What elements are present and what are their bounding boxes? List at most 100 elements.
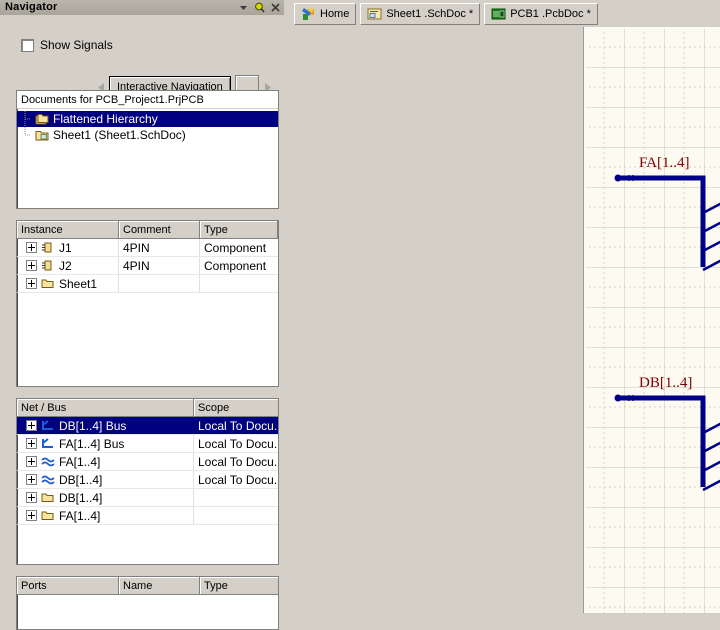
bus-entry-wire[interactable] [703,261,720,270]
net-icon [41,473,55,486]
column-header-ports[interactable]: Ports [17,577,119,594]
table-row[interactable]: J1 4PIN Component [17,239,278,257]
folder-icon [41,277,55,290]
instance-table-header: Instance Comment Type [17,221,278,239]
expander-icon[interactable] [26,492,37,503]
cell-scope [194,489,278,506]
cell-type: Component [200,239,278,256]
tree-line [21,111,35,127]
bus-entry-wire[interactable] [703,223,720,232]
folder-icon [41,491,55,504]
show-signals-label: Show Signals [40,38,113,52]
tree-line [21,127,35,143]
tab-home[interactable]: Home [294,3,356,25]
pcb-icon [491,7,506,21]
ports-table: Ports Name Type [16,576,279,630]
show-signals-checkbox[interactable] [21,39,34,52]
cell-net: FA[1..4] Bus [59,437,124,451]
table-row[interactable]: J2 4PIN Component [17,257,278,275]
expander-icon[interactable] [26,510,37,521]
table-row[interactable]: DB[1..4] Local To Docu... [17,471,278,489]
document-item-flattened-hierarchy[interactable]: Flattened Hierarchy [17,111,278,127]
bus-entry-wire[interactable] [703,443,720,452]
expander-icon[interactable] [26,260,37,271]
tab-sheet1-schdoc[interactable]: Sheet1 .SchDoc * [360,3,480,25]
cell-instance: J2 [59,259,72,273]
column-header-scope[interactable]: Scope [194,399,278,416]
close-icon[interactable] [270,2,281,13]
column-header-name[interactable]: Name [119,577,200,594]
bus-label-db[interactable]: DB[1..4] [639,375,692,392]
bus-label-fa[interactable]: FA[1..4] [639,155,690,172]
cell-instance: J1 [59,241,72,255]
navigator-panel: Navigator [0,0,284,613]
bus-entry-wire[interactable] [703,481,720,490]
tab-label: Sheet1 .SchDoc * [386,8,473,20]
expander-icon[interactable] [26,474,37,485]
bus-entry-wire[interactable] [703,242,720,251]
document-label: Sheet1 (Sheet1.SchDoc) [53,128,186,142]
column-header-type[interactable]: Type [200,577,278,594]
cell-scope: Local To Docu... [194,435,278,452]
document-label: Flattened Hierarchy [53,112,158,126]
cell-comment: 4PIN [119,257,200,274]
document-tabbar: Home Sheet1 .SchDoc * [290,0,720,27]
altium-navigator-window: Navigator [0,0,720,613]
bus-terminal [615,395,622,402]
component-icon [41,259,55,272]
folder-icon [41,509,55,522]
column-header-type[interactable]: Type [200,221,278,238]
bus-icon [41,437,55,450]
cell-scope: Local To Docu... [194,417,278,434]
chevron-down-icon[interactable] [238,2,249,13]
expander-icon[interactable] [26,278,37,289]
home-icon [301,7,316,21]
schematic-group-j1 [615,175,720,286]
document-item-sheet1[interactable]: Sheet1 (Sheet1.SchDoc) [17,127,278,143]
cell-scope: Local To Docu... [194,453,278,470]
cell-net: FA[1..4] [59,455,100,469]
table-row[interactable]: Sheet1 [17,275,278,293]
table-row[interactable]: FA[1..4] [17,507,278,525]
document-folder-icon [35,129,49,142]
ports-table-header: Ports Name Type [17,577,278,595]
table-row[interactable]: DB[1..4] Bus Local To Docu... [17,417,278,435]
component-icon [41,241,55,254]
navigator-titlebar: Navigator [0,0,284,16]
column-header-instance[interactable]: Instance [17,221,119,238]
expander-icon[interactable] [26,438,37,449]
expander-icon[interactable] [26,420,37,431]
column-header-netbus[interactable]: Net / Bus [17,399,194,416]
netbus-table: Net / Bus Scope DB[1..4] Bus [16,398,279,565]
cell-type: Component [200,257,278,274]
cell-comment: 4PIN [119,239,200,256]
documents-box: Documents for PCB_Project1.PrjPCB [16,90,279,209]
cell-net: DB[1..4] Bus [59,419,126,433]
tab-label: Home [320,8,349,20]
expander-icon[interactable] [26,456,37,467]
pushpin-icon[interactable] [254,2,265,13]
column-header-comment[interactable]: Comment [119,221,200,238]
multi-folder-icon [35,113,49,126]
expander-icon[interactable] [26,242,37,253]
cell-instance: Sheet1 [59,277,97,291]
bus-entry-wire[interactable] [703,462,720,471]
bus-line-db[interactable] [617,398,703,487]
table-row[interactable]: FA[1..4] Local To Docu... [17,453,278,471]
bus-terminal [615,175,622,182]
net-icon [41,455,55,468]
tab-pcb1-pcbdoc[interactable]: PCB1 .PcbDoc * [484,3,598,25]
schematic-canvas[interactable]: FA[1..4] FA1 FA2 FA3 FA4 J1 4PIN 1 2 3 4… [583,27,720,613]
navigator-body: Show Signals Interactive Navigation ... … [0,15,284,613]
bus-entry-wire[interactable] [703,204,720,213]
cell-net: DB[1..4] [59,491,102,505]
table-row[interactable]: FA[1..4] Bus Local To Docu... [17,435,278,453]
bus-entry-wire[interactable] [703,424,720,433]
table-row[interactable]: DB[1..4] [17,489,278,507]
schematic-drawing [584,27,720,613]
tab-label: PCB1 .PcbDoc * [510,8,591,20]
bus-icon [41,419,55,432]
show-signals-row[interactable]: Show Signals [21,38,113,52]
bus-line-fa[interactable] [617,178,703,267]
schematic-group-j2 [615,395,720,506]
